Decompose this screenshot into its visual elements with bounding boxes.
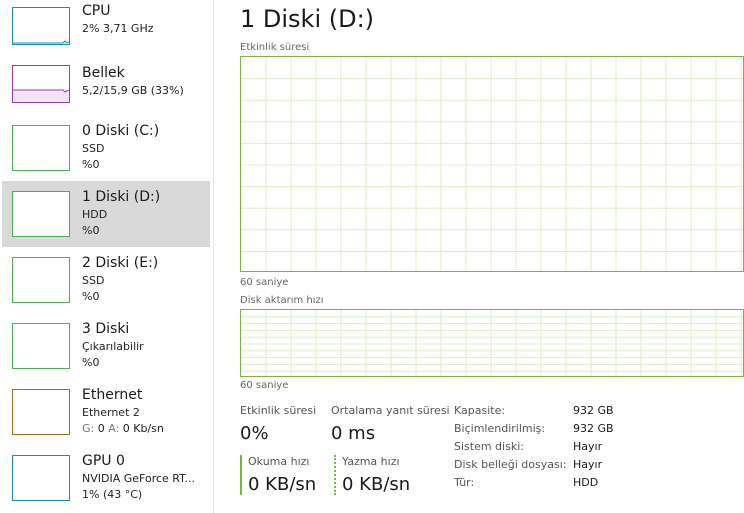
write-speed-value: 0 KB/sn: [342, 474, 411, 495]
sidebar-item-adapter: NVIDIA GeForce RT...: [82, 472, 196, 485]
system-disk-value: Hayır: [573, 440, 603, 453]
read-speed-indicator: [240, 455, 242, 495]
sidebar-item-usage: %0: [82, 224, 100, 237]
system-disk-label: Sistem diski:: [454, 440, 524, 453]
capacity-label: Kapasite:: [454, 404, 506, 417]
formatted-label: Biçimlendirilmiş:: [454, 422, 546, 435]
memory-thumbnail-graph: [12, 65, 70, 103]
transfer-rate-graph: [240, 309, 744, 377]
memory-mini-graph-icon: [13, 89, 70, 102]
sidebar-item-disk-2[interactable]: 2 Diski (E:) SSD %0: [2, 249, 210, 315]
sidebar-item-adapter: Ethernet 2: [82, 406, 140, 419]
active-time-graph: [240, 56, 744, 272]
sidebar-item-disk-0[interactable]: 0 Diski (C:) SSD %0: [2, 117, 210, 183]
avg-response-label: Ortalama yanıt süresi: [331, 404, 450, 417]
cpu-mini-graph-icon: [13, 40, 70, 44]
write-speed-label: Yazma hızı: [342, 455, 400, 468]
sidebar-item-memory[interactable]: Bellek 5,2/15,9 GB (33%): [2, 58, 210, 124]
sidebar-item-disk-3[interactable]: 3 Diski Çıkarılabilir %0: [2, 315, 210, 381]
send-value: 0: [94, 422, 109, 435]
sidebar-item-throughput: G: 0 A: 0 Kb/sn: [82, 422, 164, 435]
sidebar-item-type: Çıkarılabilir: [82, 340, 144, 353]
disk-2-thumbnail-graph: [12, 257, 70, 303]
active-time-graph-footer: 60 saniye: [240, 277, 289, 288]
sidebar-divider: [213, 0, 214, 513]
transfer-rate-graph-footer: 60 saniye: [240, 380, 289, 391]
sidebar-item-type: SSD: [82, 274, 105, 287]
active-time-grid: [241, 57, 743, 271]
sidebar-item-usage: %0: [82, 356, 100, 369]
read-speed-value: 0 KB/sn: [248, 474, 317, 495]
sidebar-item-usage: 1% (43 °C): [82, 488, 143, 501]
disk-3-thumbnail-graph: [12, 323, 70, 369]
sidebar-item-title: 2 Diski (E:): [82, 255, 159, 271]
active-time-label: Etkinlik süresi: [240, 404, 317, 417]
gpu-thumbnail-graph: [12, 455, 70, 501]
type-value: HDD: [573, 476, 599, 489]
disk-1-thumbnail-graph: [12, 191, 70, 237]
formatted-value: 932 GB: [573, 422, 614, 435]
sidebar-item-title: GPU 0: [82, 453, 125, 469]
sidebar-item-title: 0 Diski (C:): [82, 123, 160, 139]
transfer-rate-grid: [241, 310, 743, 376]
active-time-graph-label: Etkinlik süresi: [240, 42, 310, 53]
sidebar-item-title: CPU: [82, 3, 111, 19]
sidebar-item-type: HDD: [82, 208, 108, 221]
page-title: 1 Diski (D:): [240, 5, 375, 33]
transfer-rate-graph-label: Disk aktarım hızı: [240, 295, 324, 306]
ethernet-thumbnail-graph: [12, 389, 70, 435]
page-file-value: Hayır: [573, 458, 603, 471]
sidebar-item-detail: 2% 3,71 GHz: [82, 22, 154, 35]
cpu-thumbnail-graph: [12, 7, 70, 45]
sidebar-item-title: Bellek: [82, 65, 125, 81]
sidebar-item-type: SSD: [82, 142, 105, 155]
disk-0-thumbnail-graph: [12, 125, 70, 171]
capacity-value: 932 GB: [573, 404, 614, 417]
receive-value: 0 Kb/sn: [119, 422, 164, 435]
sidebar-item-title: 3 Diski: [82, 321, 130, 337]
receive-label: A:: [108, 422, 120, 435]
sidebar-item-cpu[interactable]: CPU 2% 3,71 GHz: [2, 0, 210, 66]
sidebar: CPU 2% 3,71 GHz Bellek 5,2/15,9 GB (33%)…: [0, 0, 212, 513]
avg-response-value: 0 ms: [331, 423, 376, 444]
write-speed-indicator: [334, 455, 336, 495]
sidebar-item-disk-1[interactable]: 1 Diski (D:) HDD %0: [2, 181, 210, 247]
send-label: G:: [82, 422, 95, 435]
type-label: Tür:: [454, 476, 475, 489]
read-speed-label: Okuma hızı: [248, 455, 310, 468]
active-time-value: 0%: [240, 423, 269, 444]
sidebar-item-usage: %0: [82, 158, 100, 171]
sidebar-item-gpu[interactable]: GPU 0 NVIDIA GeForce RT... 1% (43 °C): [2, 447, 210, 513]
sidebar-item-title: 1 Diski (D:): [82, 189, 161, 205]
sidebar-item-ethernet[interactable]: Ethernet Ethernet 2 G: 0 A: 0 Kb/sn: [2, 381, 210, 447]
sidebar-item-detail: 5,2/15,9 GB (33%): [82, 84, 184, 97]
page-file-label: Disk belleği dosyası:: [454, 458, 567, 471]
sidebar-item-title: Ethernet: [82, 387, 143, 403]
sidebar-item-usage: %0: [82, 290, 100, 303]
disk-detail-panel: 1 Diski (D:) Etkinlik süresi 60 saniye D…: [240, 0, 744, 513]
